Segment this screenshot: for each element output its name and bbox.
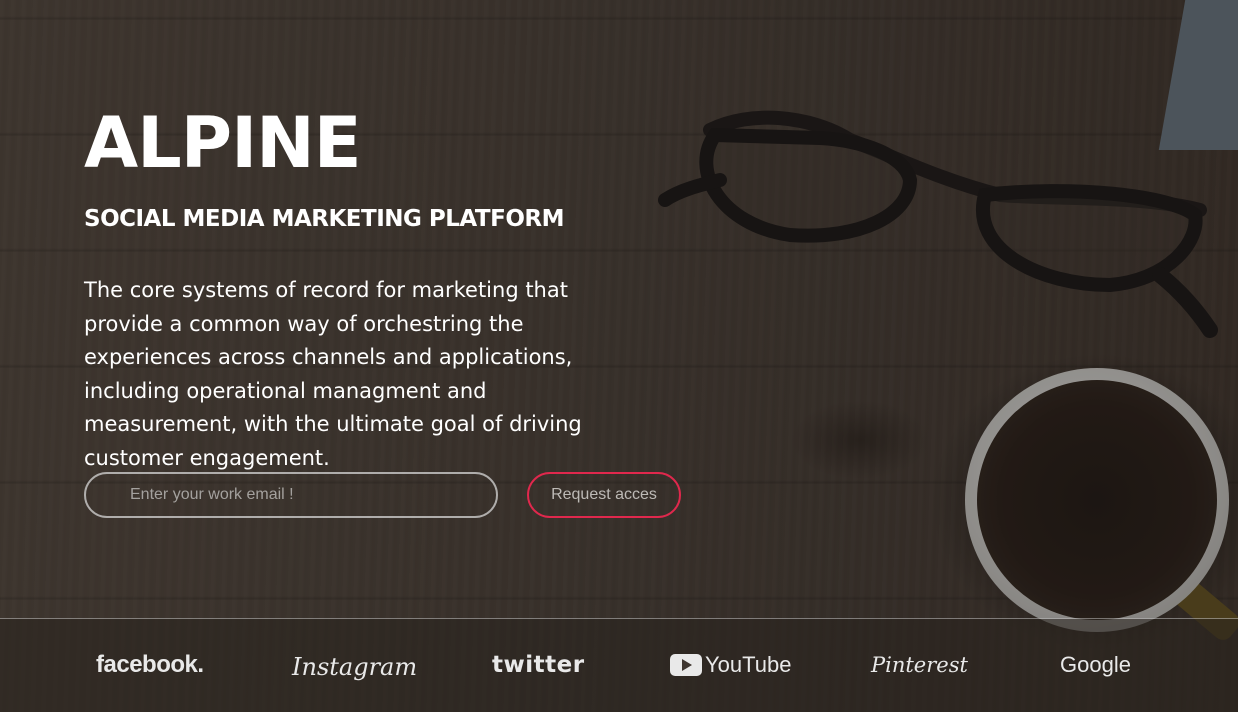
youtube-play-icon [670,654,702,676]
request-access-button[interactable]: Request acces [527,472,681,518]
twitter-logo: twitter [492,652,585,678]
device-edge [1158,0,1238,150]
instagram-logo: Instagram [292,653,418,681]
wood-knot [790,400,930,480]
hero-description: The core systems of record for marketing… [84,278,582,470]
page-subtitle: SOCIAL MEDIA MARKETING PLATFORM [84,206,564,232]
pinterest-logo: Pinterest [871,653,968,677]
page-title: ALPINE [84,102,362,184]
google-logo: Google [1060,652,1131,677]
coffee-mug-image [965,368,1229,632]
eyeglasses-image [658,110,1218,338]
email-input[interactable] [84,472,498,518]
coffee-surface [977,380,1217,620]
facebook-logo: facebook. [96,651,204,678]
youtube-logo-text: YouTube [705,652,792,677]
mug-shadow [930,352,1238,652]
youtube-logo: YouTube [670,648,791,682]
